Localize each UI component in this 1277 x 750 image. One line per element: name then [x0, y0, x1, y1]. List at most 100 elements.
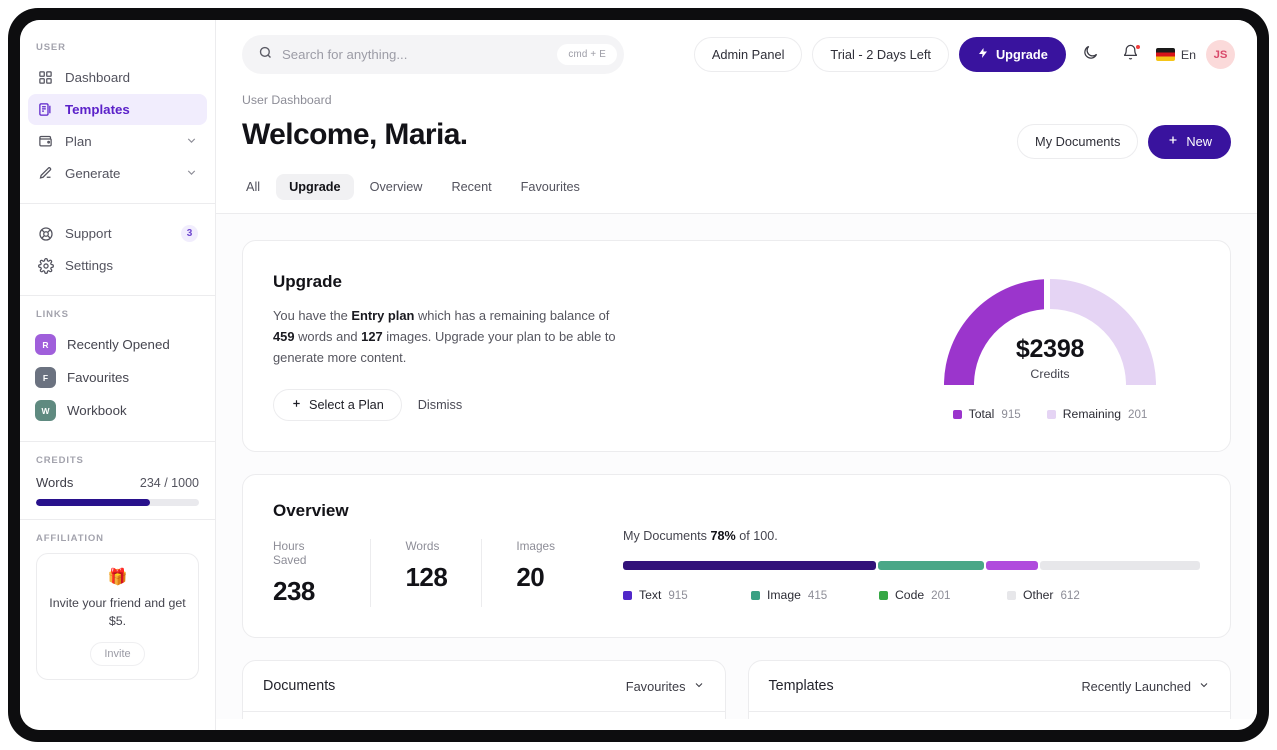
upgrade-button[interactable]: Upgrade [958, 37, 1066, 72]
tab-upgrade[interactable]: Upgrade [276, 174, 354, 200]
wallet-icon [37, 133, 54, 150]
topbar: cmd + E Admin Panel Trial - 2 Days Left … [216, 20, 1257, 89]
tab-overview[interactable]: Overview [357, 174, 436, 200]
sidebar-link-label: Favourites [67, 370, 130, 385]
legend-value: 201 [1128, 407, 1148, 421]
sidebar-item-generate[interactable]: Generate [28, 158, 207, 189]
stacked-bar-segment-other [1040, 561, 1200, 570]
templates-card-header: Templates Recently Launched [748, 661, 1230, 712]
legend-swatch [623, 590, 632, 600]
chevron-down-icon [693, 679, 705, 694]
new-button[interactable]: New [1148, 124, 1231, 159]
sidebar-support-group: Support 3 Settings [20, 204, 215, 295]
legend-item-text: Text 915 [623, 588, 751, 602]
list-item[interactable]: Blog Post Title in Workbook [749, 712, 1231, 719]
documents-filter-dropdown[interactable]: Favourites [626, 679, 705, 694]
sidebar-section-links: LINKS [36, 309, 69, 320]
invite-button[interactable]: Invite [90, 642, 145, 667]
legend-value: 415 [807, 588, 828, 602]
documents-card-header: Documents Favourites [243, 661, 725, 712]
sidebar: USER Dashboard Templates Plan Generate S… [20, 20, 216, 730]
legend-label: Remaining [1062, 407, 1121, 421]
search-input[interactable] [282, 47, 549, 62]
credits-value: 234 / 1000 [139, 476, 199, 490]
support-badge: 3 [181, 225, 198, 242]
stat-value: 128 [405, 562, 448, 592]
sidebar-item-dashboard[interactable]: Dashboard [28, 62, 207, 93]
select-a-plan-label: Select a Plan [309, 397, 384, 412]
sidebar-item-label: Plan [65, 134, 92, 149]
credits-gauge-chart: $2398 Credits [938, 273, 1162, 391]
legend-item-image: Image 415 [751, 588, 879, 602]
search-shortcut-badge: cmd + E [557, 44, 617, 65]
sidebar-item-label: Templates [65, 102, 130, 117]
sidebar-link-recently-opened[interactable]: R Recently Opened [28, 329, 207, 360]
sidebar-item-support[interactable]: Support 3 [28, 218, 207, 249]
page-title: Welcome, Maria. [242, 118, 468, 151]
admin-panel-button[interactable]: Admin Panel [693, 37, 803, 72]
sidebar-item-settings[interactable]: Settings [28, 250, 207, 281]
templates-card-title: Templates [768, 678, 834, 694]
bottom-cards-row: Documents Favourites Untitled Document i… [242, 660, 1231, 719]
tab-favourites[interactable]: Favourites [508, 174, 593, 200]
select-a-plan-button[interactable]: Select a Plan [273, 388, 402, 421]
sidebar-item-plan[interactable]: Plan [28, 126, 207, 157]
legend-label: Image [767, 588, 801, 602]
trial-status-button[interactable]: Trial - 2 Days Left [812, 37, 949, 72]
app-screen: USER Dashboard Templates Plan Generate S… [20, 20, 1257, 730]
sidebar-item-label: Generate [65, 166, 121, 181]
my-documents-button[interactable]: My Documents [1017, 124, 1139, 159]
moon-icon [1082, 44, 1099, 66]
templates-filter-dropdown[interactable]: Recently Launched [1081, 679, 1210, 694]
sidebar-item-templates[interactable]: Templates [28, 94, 207, 125]
gauge-sublabel: Credits [1030, 367, 1070, 381]
de-flag-icon [1155, 48, 1175, 61]
stat-words: Words 128 [405, 539, 483, 607]
documents-breakdown-caption: My Documents 78% of 100. [623, 529, 778, 543]
search-box[interactable]: cmd + E [242, 35, 624, 74]
tab-all[interactable]: All [233, 174, 273, 200]
divider [216, 213, 1257, 214]
dismiss-button[interactable]: Dismiss [414, 398, 466, 412]
credits-gauge-widget: $2398 Credits Total 915 Remaining 201 [900, 269, 1200, 421]
list-item[interactable]: Untitled Document in Workbook [243, 712, 725, 719]
tab-recent[interactable]: Recent [438, 174, 504, 200]
bolt-icon [977, 47, 989, 62]
template-icon [37, 101, 54, 118]
gauge-value: $2398 [1015, 335, 1085, 363]
chevron-down-icon[interactable] [185, 134, 198, 150]
sidebar-user-group: USER Dashboard Templates Plan Generate [20, 20, 215, 203]
legend-swatch [952, 409, 962, 419]
documents-card: Documents Favourites Untitled Document i… [242, 660, 726, 719]
notifications-button[interactable] [1116, 40, 1146, 70]
sidebar-link-favourites[interactable]: F Favourites [28, 362, 207, 393]
stat-value: 238 [273, 576, 315, 606]
upgrade-card-title: Upgrade [273, 272, 342, 291]
legend-swatch [751, 590, 760, 600]
documents-card-title: Documents [263, 678, 336, 694]
words-remaining: 459 [273, 328, 295, 344]
theme-toggle-button[interactable] [1076, 40, 1106, 70]
sidebar-affiliation-group: AFFILIATION 🎁 Invite your friend and get… [20, 520, 215, 693]
stacked-bar-legend: Text 915 Image 415 Code 201 Other 612 [623, 588, 1200, 602]
gauge-center-label: $2398 Credits [938, 335, 1162, 381]
breadcrumb: User Dashboard [242, 93, 332, 107]
upgrade-button-label: Upgrade [995, 47, 1048, 62]
sidebar-link-label: Recently Opened [67, 337, 170, 352]
sidebar-link-workbook[interactable]: W Workbook [28, 395, 207, 426]
language-selector[interactable]: En [1155, 48, 1196, 62]
upgrade-card-actions: Select a Plan Dismiss [273, 388, 900, 421]
grid-icon [37, 69, 54, 86]
images-remaining: 127 [361, 328, 383, 344]
stat-label: Images [516, 539, 555, 553]
sidebar-section-user: USER [36, 42, 66, 53]
legend-value: 201 [931, 588, 951, 602]
legend-swatch [879, 590, 888, 600]
avatar[interactable]: JS [1206, 40, 1235, 69]
chevron-down-icon[interactable] [185, 166, 198, 182]
overview-stats: Hours Saved 238 Words 128 Images 20 [273, 539, 623, 607]
search-icon [258, 45, 273, 65]
plus-icon [1167, 134, 1179, 149]
content-area[interactable]: Upgrade You have the Entry plan which ha… [216, 214, 1257, 719]
sidebar-links-group: LINKS R Recently Opened F Favourites W W… [20, 296, 215, 441]
